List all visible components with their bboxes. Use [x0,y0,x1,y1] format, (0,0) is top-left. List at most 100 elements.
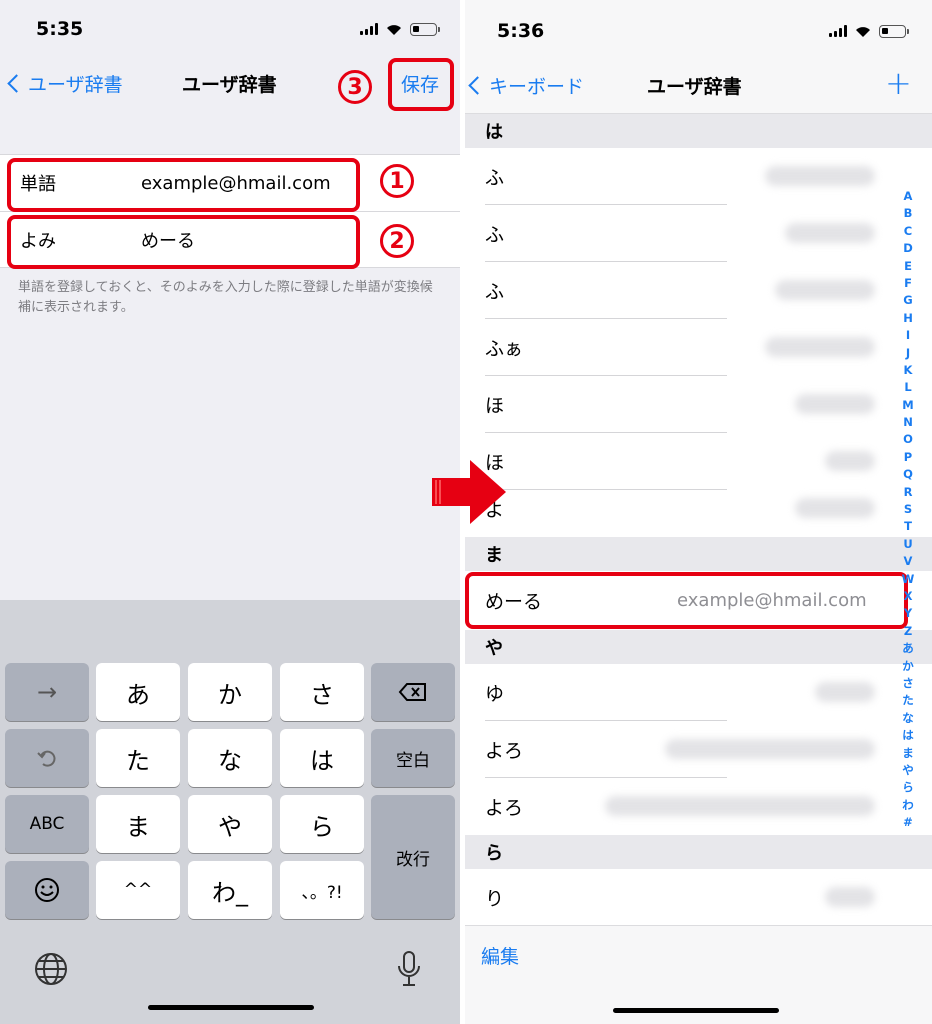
index-letter[interactable]: U [903,536,912,553]
emoji-key[interactable]: ☺ [5,861,89,919]
arrow-right-icon [432,460,506,524]
list-item[interactable]: よ [465,480,932,537]
status-time: 5:36 [497,20,545,42]
key-ka[interactable]: か [188,663,272,721]
left-screen: 5:35 ユーザ辞書 ユーザ辞書 ③3 保存 単語 example@hmail.… [0,0,460,1024]
back-button[interactable]: キーボード [465,72,584,99]
key-ta[interactable]: た [96,729,180,787]
delete-key[interactable]: ⌫ [371,663,455,721]
save-button[interactable]: 保存 [401,70,439,97]
index-letter[interactable]: B [904,205,913,222]
step-1-marker: ①1 [380,164,414,198]
index-letter[interactable]: や [902,762,914,779]
hint-text: 単語を登録しておくと、そのよみを入力した際に登録した単語が変換候補に表示されます… [18,280,433,315]
back-label: ユーザ辞書 [28,74,123,96]
index-letter[interactable]: I [906,327,910,344]
signal-icon [360,23,378,35]
globe-icon[interactable] [34,952,68,986]
back-button[interactable]: ユーザ辞書 [4,70,123,97]
key-punctuation[interactable]: 、。?! [280,861,364,919]
key-sa[interactable]: さ [280,663,364,721]
key-ra[interactable]: ら [280,795,364,853]
page-title: ユーザ辞書 [182,74,277,96]
key-undo[interactable]: ↶ [5,729,89,787]
wifi-icon [387,25,401,35]
index-letter[interactable]: さ [902,675,914,692]
list-item[interactable]: よろ [465,721,932,778]
key-na[interactable]: な [188,729,272,787]
index-letter[interactable]: Z [904,623,912,640]
reading-highlight [7,215,360,269]
step-3-marker: ③3 [338,70,372,104]
index-letter[interactable]: E [904,258,912,275]
index-letter[interactable]: か [902,658,914,675]
list-item[interactable]: ゆ [465,664,932,721]
back-label: キーボード [489,76,585,98]
signal-icon [829,25,847,37]
key-ha[interactable]: は [280,729,364,787]
step-2-marker: ②2 [380,224,414,258]
index-letter[interactable]: あ [902,640,914,657]
key-next-arrow[interactable]: → [5,663,89,721]
list-item[interactable]: よろ [465,778,932,835]
index-letter[interactable]: H [903,310,913,327]
abc-key[interactable]: ABC [5,795,89,853]
section-index[interactable]: A B C D E F G H I J K L M N O P Q R S T U V W X Y Z あかさたなはまやらわ # [893,188,923,831]
index-letter[interactable]: L [904,379,911,396]
add-button[interactable]: + [885,64,912,102]
key-ma[interactable]: ま [96,795,180,853]
key-a[interactable]: あ [96,663,180,721]
list-item[interactable]: ふ [465,148,932,205]
key-ya[interactable]: や [188,795,272,853]
index-letter[interactable]: X [904,588,913,605]
index-letter[interactable]: R [904,484,913,501]
page-title: ユーザ辞書 [647,76,742,98]
index-letter[interactable]: G [903,292,912,309]
index-letter[interactable]: P [904,449,912,466]
index-letter[interactable]: # [903,814,913,831]
section-header-ha: は [465,114,932,148]
home-indicator [613,1008,779,1013]
index-letter[interactable]: S [904,501,912,518]
section-header-ra: ら [465,835,932,869]
key-wa[interactable]: わ_ [188,861,272,919]
index-letter[interactable]: O [903,431,913,448]
word-highlight [7,158,360,212]
return-key[interactable]: 改行 [371,795,455,919]
index-letter[interactable]: M [902,397,913,414]
index-letter[interactable]: A [904,188,913,205]
list-item[interactable]: り [465,869,932,926]
list-item[interactable]: ふ [465,262,932,319]
status-icons [829,24,909,38]
new-entry-highlight [465,572,908,629]
index-letter[interactable]: F [904,275,912,292]
index-letter[interactable]: C [904,223,912,240]
index-letter[interactable]: W [902,571,915,588]
index-letter[interactable]: な [902,710,914,727]
emoji-icon [35,878,59,902]
index-letter[interactable]: ら [902,779,914,796]
japanese-keyboard: → あ か さ ⌫ ↶ た な は 空白 ABC ま や ら 改行 ☺ ^^ わ… [0,600,460,1024]
index-letter[interactable]: わ [902,797,914,814]
key-kaomoji[interactable]: ^^ [96,861,180,919]
list-item[interactable]: ふぁ [465,319,932,376]
index-letter[interactable]: た [902,692,914,709]
index-letter[interactable]: ま [902,745,914,762]
list-item[interactable]: ほ [465,376,932,433]
list-item[interactable]: ふ [465,205,932,262]
microphone-icon[interactable] [396,950,422,988]
status-icons [360,22,440,36]
chevron-left-icon [468,76,487,95]
index-letter[interactable]: Y [904,605,912,622]
index-letter[interactable]: T [904,518,912,535]
index-letter[interactable]: J [906,345,910,362]
index-letter[interactable]: K [904,362,913,379]
delete-icon [398,683,426,701]
index-letter[interactable]: V [904,553,913,570]
index-letter[interactable]: Q [903,466,913,483]
edit-button[interactable]: 編集 [481,942,519,969]
index-letter[interactable]: は [902,727,914,744]
index-letter[interactable]: D [903,240,913,257]
space-key[interactable]: 空白 [371,729,455,787]
index-letter[interactable]: N [903,414,913,431]
